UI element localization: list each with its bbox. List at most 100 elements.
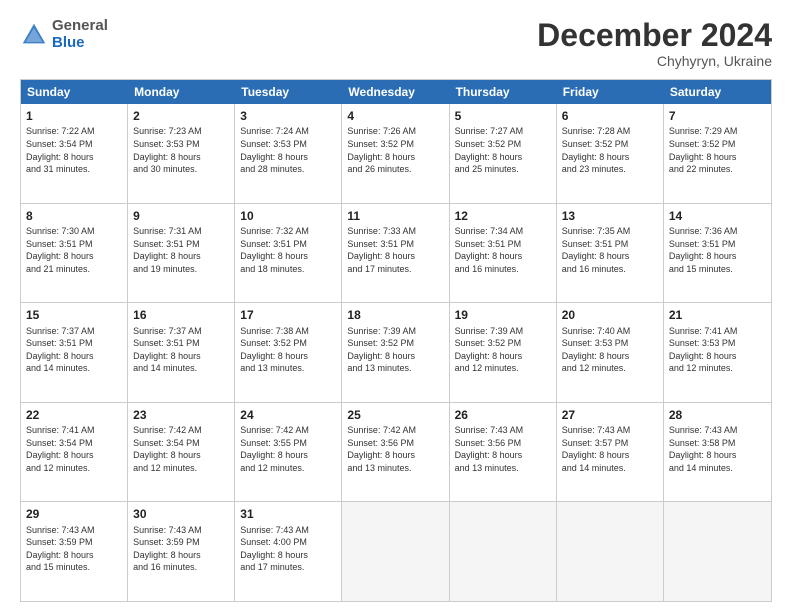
daylight-line2: and 12 minutes. [26,463,90,473]
daylight-line2: and 21 minutes. [26,264,90,274]
sun-info: Sunrise: 7:32 AMSunset: 3:51 PMDaylight:… [240,225,336,275]
day-number: 28 [669,407,766,423]
calendar-cell [450,502,557,601]
sunrise-line: Sunrise: 7:43 AM [455,425,524,435]
sun-info: Sunrise: 7:24 AMSunset: 3:53 PMDaylight:… [240,125,336,175]
daylight-line2: and 26 minutes. [347,164,411,174]
sun-info: Sunrise: 7:22 AMSunset: 3:54 PMDaylight:… [26,125,122,175]
daylight-line: Daylight: 8 hours [455,152,523,162]
weekday-header: Friday [557,80,664,104]
sunset-line: Sunset: 3:51 PM [455,239,522,249]
day-number: 24 [240,407,336,423]
daylight-line2: and 16 minutes. [562,264,626,274]
calendar-cell: 8Sunrise: 7:30 AMSunset: 3:51 PMDaylight… [21,204,128,303]
calendar-cell: 3Sunrise: 7:24 AMSunset: 3:53 PMDaylight… [235,104,342,203]
calendar-cell: 24Sunrise: 7:42 AMSunset: 3:55 PMDayligh… [235,403,342,502]
sunrise-line: Sunrise: 7:36 AM [669,226,738,236]
sunset-line: Sunset: 3:53 PM [562,338,629,348]
sunrise-line: Sunrise: 7:39 AM [455,326,524,336]
daylight-line2: and 13 minutes. [347,363,411,373]
sun-info: Sunrise: 7:27 AMSunset: 3:52 PMDaylight:… [455,125,551,175]
sunset-line: Sunset: 3:52 PM [240,338,307,348]
sunrise-line: Sunrise: 7:30 AM [26,226,95,236]
sunset-line: Sunset: 3:59 PM [26,537,93,547]
sunset-line: Sunset: 3:53 PM [240,139,307,149]
daylight-line: Daylight: 8 hours [562,152,630,162]
daylight-line2: and 31 minutes. [26,164,90,174]
calendar-row: 22Sunrise: 7:41 AMSunset: 3:54 PMDayligh… [21,402,771,502]
sunrise-line: Sunrise: 7:34 AM [455,226,524,236]
calendar-cell: 6Sunrise: 7:28 AMSunset: 3:52 PMDaylight… [557,104,664,203]
day-number: 23 [133,407,229,423]
daylight-line2: and 13 minutes. [240,363,304,373]
sunrise-line: Sunrise: 7:38 AM [240,326,309,336]
sunset-line: Sunset: 3:54 PM [26,438,93,448]
sunset-line: Sunset: 3:51 PM [669,239,736,249]
sun-info: Sunrise: 7:40 AMSunset: 3:53 PMDaylight:… [562,325,658,375]
day-number: 4 [347,108,443,124]
sunrise-line: Sunrise: 7:43 AM [669,425,738,435]
daylight-line2: and 25 minutes. [455,164,519,174]
daylight-line: Daylight: 8 hours [26,251,94,261]
sun-info: Sunrise: 7:41 AMSunset: 3:53 PMDaylight:… [669,325,766,375]
sunset-line: Sunset: 3:52 PM [347,139,414,149]
logo-general: General [52,18,108,35]
sunset-line: Sunset: 3:54 PM [26,139,93,149]
day-number: 5 [455,108,551,124]
day-number: 6 [562,108,658,124]
sunset-line: Sunset: 3:52 PM [562,139,629,149]
calendar-cell: 19Sunrise: 7:39 AMSunset: 3:52 PMDayligh… [450,303,557,402]
daylight-line: Daylight: 8 hours [133,351,201,361]
sun-info: Sunrise: 7:23 AMSunset: 3:53 PMDaylight:… [133,125,229,175]
daylight-line2: and 12 minutes. [669,363,733,373]
daylight-line2: and 14 minutes. [26,363,90,373]
daylight-line2: and 17 minutes. [347,264,411,274]
daylight-line: Daylight: 8 hours [347,251,415,261]
day-number: 7 [669,108,766,124]
sunset-line: Sunset: 3:56 PM [455,438,522,448]
sunrise-line: Sunrise: 7:43 AM [133,525,202,535]
day-number: 20 [562,307,658,323]
sunset-line: Sunset: 3:51 PM [133,338,200,348]
daylight-line2: and 12 minutes. [240,463,304,473]
daylight-line: Daylight: 8 hours [562,450,630,460]
header: General Blue December 2024 Chyhyryn, Ukr… [20,18,772,69]
sun-info: Sunrise: 7:38 AMSunset: 3:52 PMDaylight:… [240,325,336,375]
daylight-line2: and 16 minutes. [133,562,197,572]
sunrise-line: Sunrise: 7:24 AM [240,126,309,136]
sunrise-line: Sunrise: 7:32 AM [240,226,309,236]
sunset-line: Sunset: 3:52 PM [455,139,522,149]
sun-info: Sunrise: 7:26 AMSunset: 3:52 PMDaylight:… [347,125,443,175]
sunrise-line: Sunrise: 7:42 AM [240,425,309,435]
sunrise-line: Sunrise: 7:42 AM [347,425,416,435]
calendar-cell: 11Sunrise: 7:33 AMSunset: 3:51 PMDayligh… [342,204,449,303]
daylight-line: Daylight: 8 hours [347,351,415,361]
day-number: 12 [455,208,551,224]
sunrise-line: Sunrise: 7:41 AM [26,425,95,435]
sunrise-line: Sunrise: 7:29 AM [669,126,738,136]
daylight-line: Daylight: 8 hours [240,251,308,261]
day-number: 10 [240,208,336,224]
daylight-line: Daylight: 8 hours [669,450,737,460]
sunset-line: Sunset: 3:51 PM [347,239,414,249]
day-number: 17 [240,307,336,323]
daylight-line2: and 13 minutes. [455,463,519,473]
daylight-line: Daylight: 8 hours [562,351,630,361]
daylight-line: Daylight: 8 hours [26,351,94,361]
day-number: 8 [26,208,122,224]
sunrise-line: Sunrise: 7:23 AM [133,126,202,136]
day-number: 29 [26,506,122,522]
calendar-cell: 4Sunrise: 7:26 AMSunset: 3:52 PMDaylight… [342,104,449,203]
daylight-line: Daylight: 8 hours [26,152,94,162]
sunset-line: Sunset: 3:51 PM [26,338,93,348]
calendar-cell: 7Sunrise: 7:29 AMSunset: 3:52 PMDaylight… [664,104,771,203]
sunset-line: Sunset: 3:53 PM [133,139,200,149]
sun-info: Sunrise: 7:43 AMSunset: 3:59 PMDaylight:… [133,524,229,574]
daylight-line: Daylight: 8 hours [240,450,308,460]
sunset-line: Sunset: 3:59 PM [133,537,200,547]
weekday-header: Tuesday [235,80,342,104]
calendar-cell [664,502,771,601]
sunset-line: Sunset: 3:54 PM [133,438,200,448]
page: General Blue December 2024 Chyhyryn, Ukr… [0,0,792,612]
day-number: 26 [455,407,551,423]
